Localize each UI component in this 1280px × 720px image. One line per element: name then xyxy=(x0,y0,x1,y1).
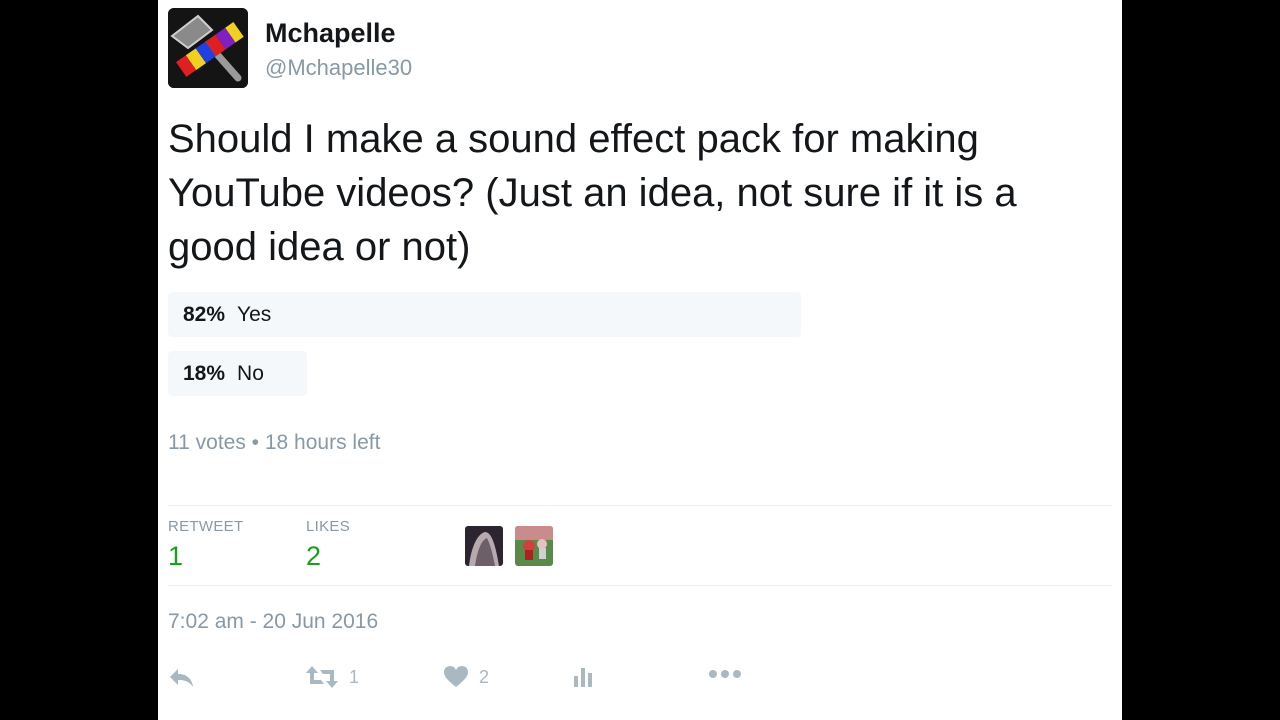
more-button[interactable] xyxy=(708,668,742,680)
poll: 82% Yes 18% No xyxy=(168,292,940,410)
poll-meta: 11 votes • 18 hours left xyxy=(168,431,381,454)
reply-icon xyxy=(168,666,196,690)
like-action-count: 2 xyxy=(479,666,490,687)
tweet-card: Mchapelle @Mchapelle30 Should I make a s… xyxy=(158,0,1122,720)
like-button[interactable]: 2 xyxy=(443,665,489,689)
poll-choice-label: No xyxy=(237,362,264,385)
reply-button[interactable] xyxy=(168,666,196,690)
likes-stat-label: LIKES xyxy=(306,518,351,535)
more-icon xyxy=(708,668,742,680)
divider xyxy=(168,505,1112,506)
liker-avatar[interactable] xyxy=(515,526,553,566)
tweet-text: Should I make a sound effect pack for ma… xyxy=(168,117,1017,269)
heart-icon xyxy=(443,665,469,689)
poll-percent: 82% xyxy=(183,303,226,326)
author-name[interactable]: Mchapelle xyxy=(265,18,396,49)
author-avatar[interactable] xyxy=(168,8,248,88)
retweet-button[interactable]: 1 xyxy=(305,664,359,690)
retweet-stat-label: RETWEET xyxy=(168,518,244,535)
poll-percent: 18% xyxy=(183,362,226,385)
poll-choice-no: 18% No xyxy=(168,351,940,396)
analytics-icon xyxy=(573,666,595,688)
retweet-icon xyxy=(305,664,339,690)
author-handle[interactable]: @Mchapelle30 xyxy=(265,55,412,81)
likes-stat[interactable]: LIKES 2 xyxy=(306,518,350,572)
liker-avatar[interactable] xyxy=(465,526,503,566)
tweet-timestamp[interactable]: 7:02 am - 20 Jun 2016 xyxy=(168,610,378,634)
retweet-stat-count: 1 xyxy=(168,541,184,571)
retweet-stat[interactable]: RETWEET 1 xyxy=(168,518,243,572)
poll-choice-yes: 82% Yes xyxy=(168,292,940,337)
poll-choice-label: Yes xyxy=(237,303,272,326)
likes-stat-count: 2 xyxy=(306,541,322,571)
analytics-button[interactable] xyxy=(573,666,595,688)
divider xyxy=(168,585,1112,586)
retweet-action-count: 1 xyxy=(349,666,360,687)
